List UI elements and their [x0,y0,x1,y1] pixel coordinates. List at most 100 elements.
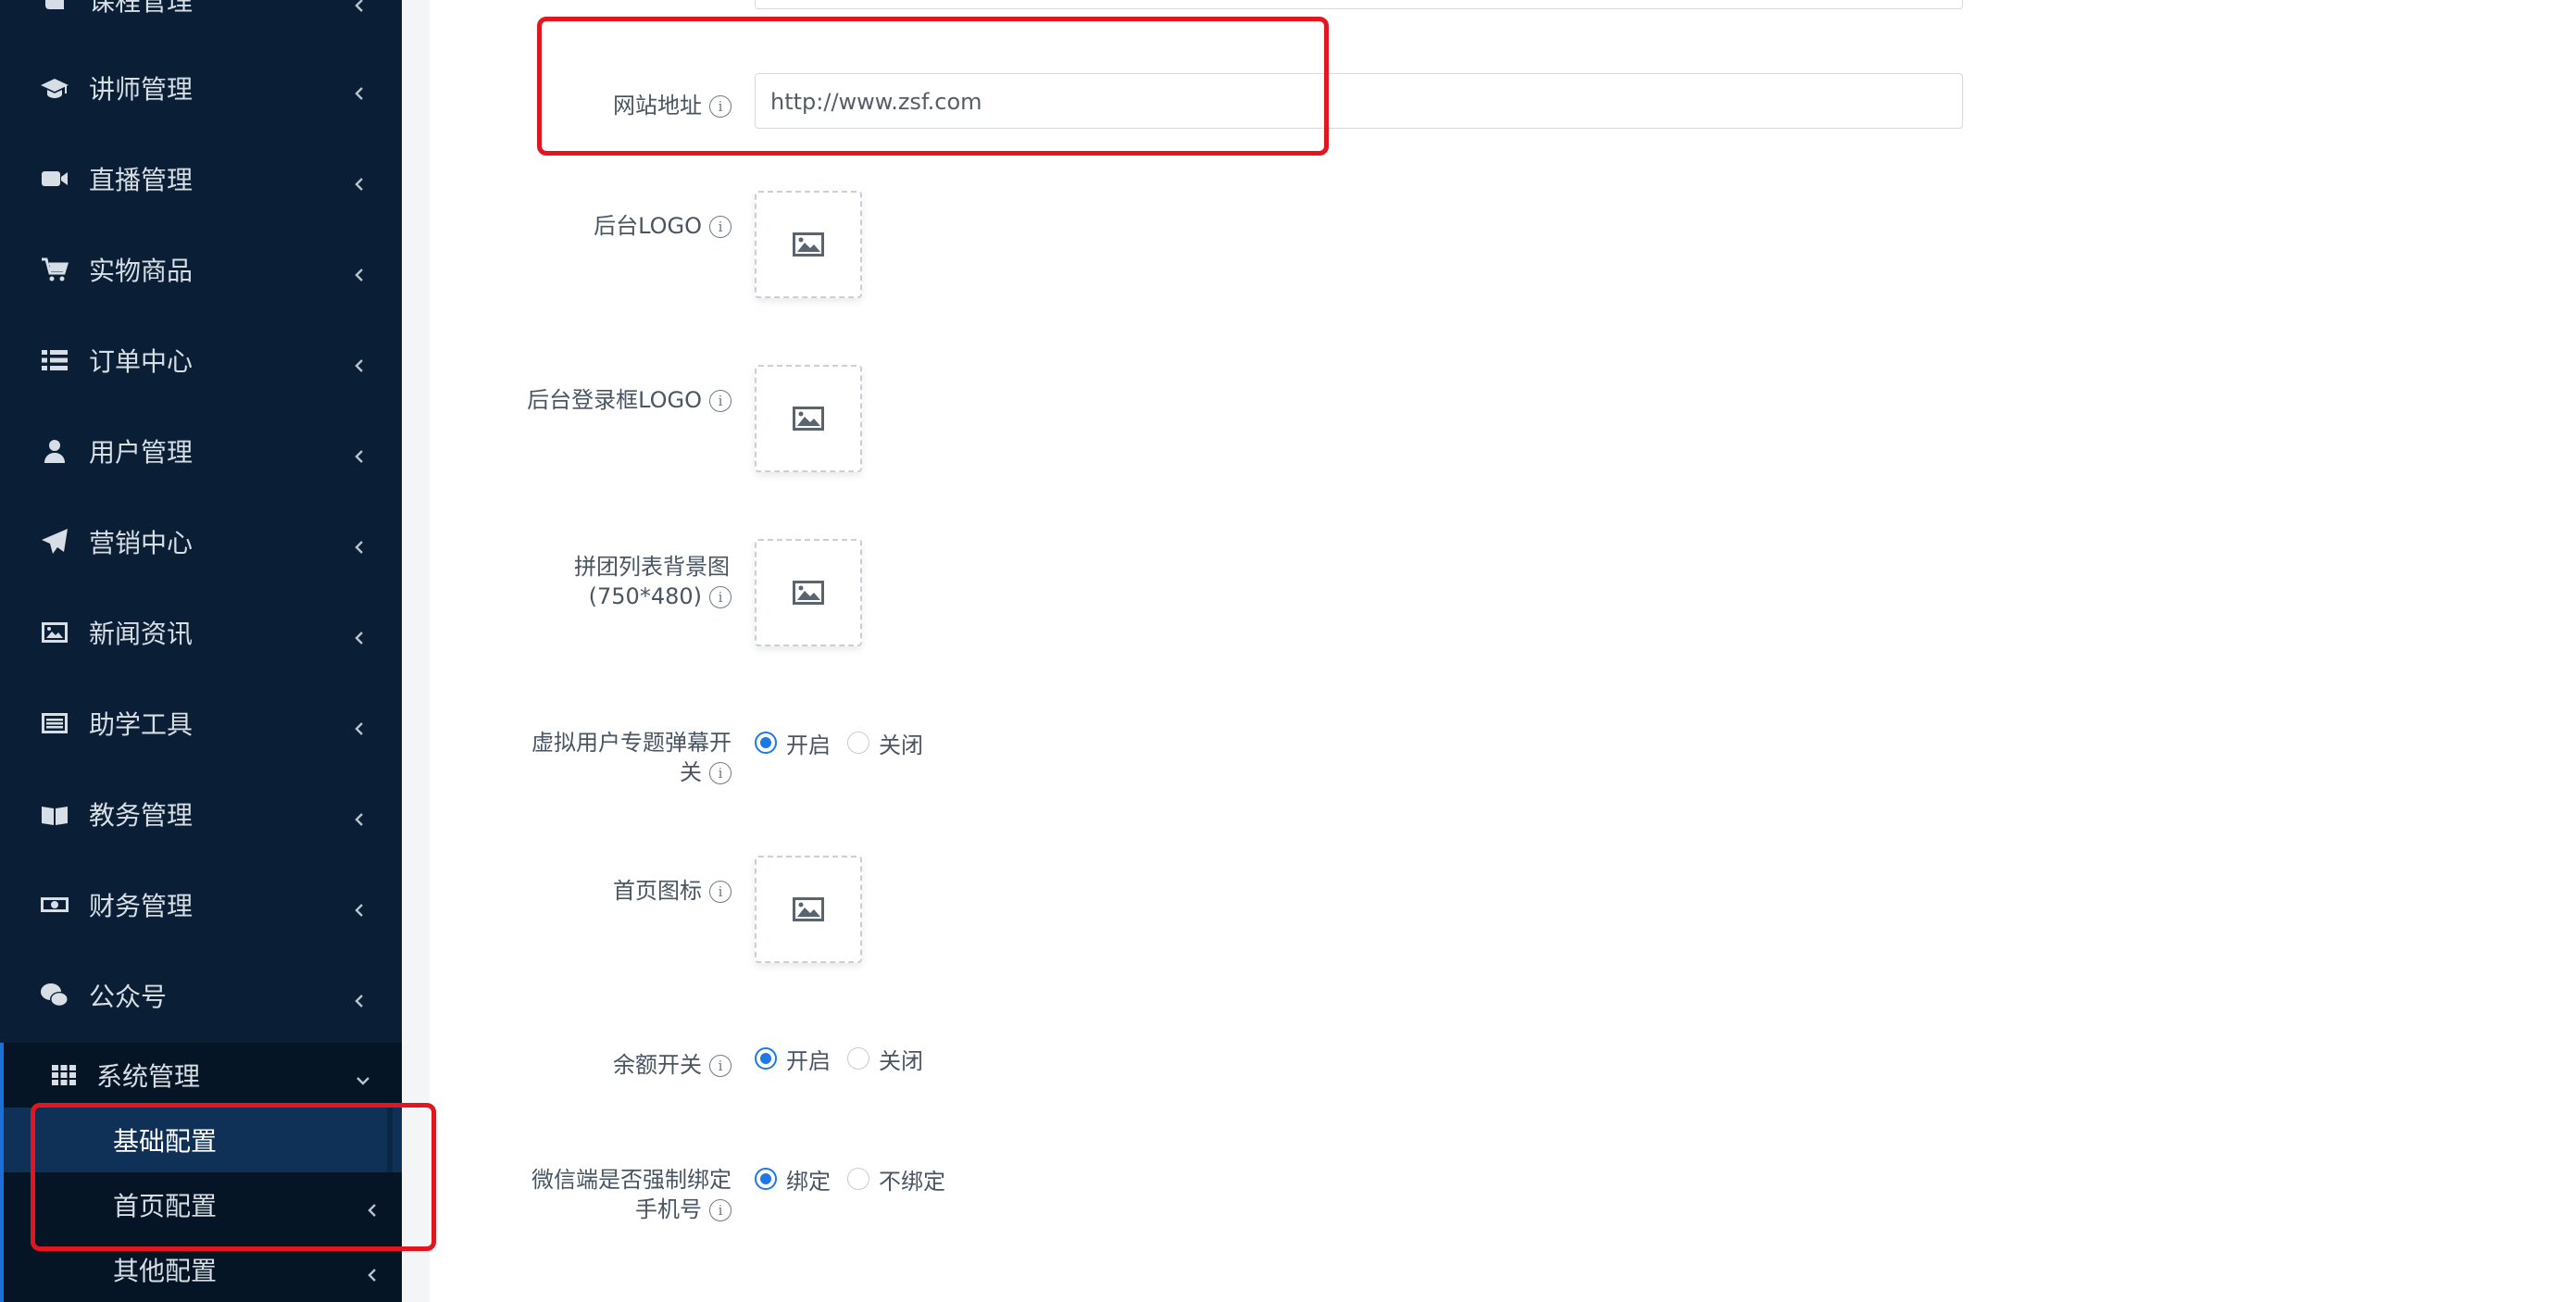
paper-plane-icon [39,526,70,557]
wechat-icon [39,980,70,1011]
sidebar-item-label: 教务管理 [89,800,194,831]
balance-on-option[interactable]: 开启 [755,1043,831,1075]
home-icon-label-text: 首页图标 [613,878,702,904]
sidebar-item-news[interactable]: 新闻资讯 [0,600,402,665]
virtual-barrage-label: 虚拟用户专题弹幕开 关i [407,728,732,787]
sidebar-item-academic[interactable]: 教务管理 [0,782,402,846]
virtual-barrage-off-option[interactable]: 关闭 [847,727,923,759]
admin-logo-label-text: 后台LOGO [594,213,702,239]
grid-icon [48,1059,80,1091]
money-icon [39,889,70,920]
image-placeholder-icon [793,232,824,257]
radio-button[interactable] [847,1047,869,1070]
virtual-barrage-label-line1: 虚拟用户专题弹幕开 [531,730,732,756]
sidebar-item-courses[interactable]: 课程管理 [0,0,402,32]
radio-button[interactable] [755,732,777,754]
previous-field-input[interactable] [755,0,1963,9]
chevron-left-icon [350,0,369,12]
graduation-cap-icon [39,72,70,104]
radio-button[interactable] [755,1047,777,1070]
radio-label: 开启 [786,732,831,758]
sidebar-item-study-tools[interactable]: 助学工具 [0,691,402,756]
balance-label: 余额开关 i [407,1050,732,1080]
balance-radio-group: 开启 关闭 [755,1043,940,1075]
chevron-down-icon [354,1066,372,1085]
radio-label: 关闭 [879,732,923,758]
balance-label-text: 余额开关 [613,1052,702,1078]
sidebar-item-users[interactable]: 用户管理 [0,419,402,483]
sidebar-item-orders[interactable]: 订单中心 [0,328,402,393]
wechat-bind-label-line2: 手机号 [635,1196,702,1222]
wechat-bind-label-line1: 微信端是否强制绑定 [531,1167,732,1193]
wechat-bind-label: 微信端是否强制绑定 手机号 i [407,1165,732,1224]
login-logo-label-text: 后台登录框LOGO [527,387,702,413]
sidebar-item-label: 新闻资讯 [89,619,194,649]
wechat-bind-no-option[interactable]: 不绑定 [847,1163,945,1196]
sidebar-item-marketing[interactable]: 营销中心 [0,509,402,574]
chevron-left-icon [363,1260,381,1282]
image-icon [39,617,70,648]
info-icon[interactable]: i [709,762,732,784]
wechat-bind-radio-group: 绑定 不绑定 [755,1163,962,1196]
sidebar-item-label: 用户管理 [89,437,194,468]
chevron-left-icon [350,169,369,191]
admin-logo-label: 后台LOGO i [407,211,732,241]
sidebar-item-wechat[interactable]: 公众号 [0,963,402,1028]
radio-button[interactable] [755,1168,777,1190]
info-icon[interactable]: i [709,216,732,238]
sidebar-item-label: 实物商品 [89,256,194,286]
sidebar-item-label: 讲师管理 [89,74,194,105]
home-icon-upload[interactable] [755,856,862,963]
sidebar-subitem-label: 其他配置 [113,1256,218,1286]
tool-list-icon [39,707,70,739]
image-placeholder-icon [793,581,824,605]
chevron-left-icon [350,714,369,735]
chevron-left-icon [350,986,369,1008]
info-icon[interactable]: i [709,881,732,903]
chevron-left-icon [350,442,369,463]
login-logo-label: 后台登录框LOGO i [407,385,732,415]
info-icon[interactable]: i [709,390,732,412]
radio-button[interactable] [847,732,869,754]
info-icon[interactable]: i [709,586,732,608]
login-logo-upload[interactable] [755,365,862,472]
group-bg-label-line1: 拼团列表背景图 [574,554,730,580]
chevron-left-icon [350,623,369,645]
sidebar-item-live[interactable]: 直播管理 [0,146,402,211]
wechat-bind-label-line2-row: 手机号 i [407,1195,732,1224]
virtual-barrage-on-option[interactable]: 开启 [755,727,831,759]
sidebar-item-label: 财务管理 [89,891,194,921]
sidebar-item-goods[interactable]: 实物商品 [0,237,402,302]
sidebar-item-system[interactable]: 系统管理 [4,1043,402,1108]
wechat-bind-yes-option[interactable]: 绑定 [755,1163,831,1196]
radio-label: 不绑定 [879,1168,945,1195]
sidebar-item-teachers[interactable]: 讲师管理 [0,56,402,120]
radio-label: 开启 [786,1047,831,1074]
balance-off-option[interactable]: 关闭 [847,1043,923,1075]
sidebar-item-finance[interactable]: 财务管理 [0,872,402,937]
image-placeholder-icon [793,897,824,921]
chevron-left-icon [350,805,369,826]
virtual-barrage-label-line2-row: 关i [407,757,732,787]
shopping-cart-icon [39,254,70,285]
open-book-icon [39,798,70,830]
user-icon [39,435,70,467]
sidebar-item-label: 订单中心 [89,346,194,377]
radio-button[interactable] [847,1168,869,1190]
book-icon [39,0,70,16]
sidebar-item-label: 系统管理 [96,1061,201,1092]
chevron-left-icon [350,895,369,917]
sidebar-item-label: 助学工具 [89,709,194,740]
radio-label: 绑定 [786,1168,831,1195]
sidebar-item-label: 课程管理 [89,0,194,17]
radio-label: 关闭 [879,1047,923,1074]
admin-logo-upload[interactable] [755,191,862,298]
sidebar-item-label: 直播管理 [89,165,194,195]
home-icon-label: 首页图标 i [407,876,732,906]
info-icon[interactable]: i [709,1055,732,1077]
group-bg-upload[interactable] [755,539,862,646]
info-icon[interactable]: i [709,1199,732,1221]
chevron-left-icon [350,79,369,100]
virtual-barrage-radio-group: 开启 关闭 [755,727,940,759]
sidebar-item-label: 公众号 [89,982,168,1012]
